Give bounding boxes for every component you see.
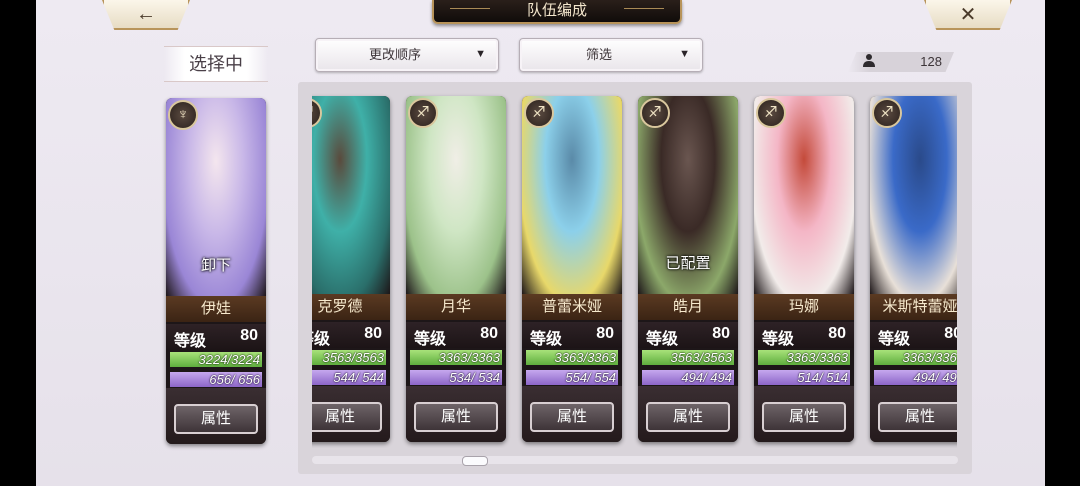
unit-name: 玛娜 [754,294,854,320]
sort-order-dropdown[interactable]: 更改顺序 ▼ [315,38,499,72]
level-value: 80 [828,325,846,342]
unit-portrait [312,96,390,294]
attributes-button[interactable]: 属性 [174,404,258,434]
attributes-button[interactable]: 属性 [530,402,614,432]
level-row: 等级 80 [522,322,622,348]
class-emblem-icon: ♐ [756,98,786,128]
hp-bar: 3563/3563 [642,350,734,365]
level-row: 等级 80 [406,322,506,348]
level-row: 等级 80 [754,322,854,348]
level-row: 等级 80 [166,324,266,350]
chevron-down-icon: ▼ [475,48,486,60]
back-arrow-icon: ← [136,2,156,25]
scrollbar-track[interactable] [312,456,958,464]
hp-bar: 3363/3363 [874,350,957,365]
level-row: 等级 80 [870,322,957,348]
level-value: 80 [364,325,382,342]
attributes-button[interactable]: 属性 [414,402,498,432]
level-label: 等级 [530,331,563,348]
selected-unit-card[interactable]: ♆ 卸下 伊娃 等级 80 3224/3224 656/ 656 属性 [166,98,266,444]
attributes-button[interactable]: 属性 [878,402,957,432]
page-title: 队伍编成 [432,0,682,24]
unit-status: 已配置 [665,255,711,272]
sort-order-label: 更改顺序 [368,47,421,62]
level-value: 80 [480,325,498,342]
class-emblem-icon: ♐ [872,98,902,128]
attributes-button[interactable]: 属性 [312,402,382,432]
unit-count-value: 128 [920,54,942,69]
level-label: 等级 [646,331,679,348]
unit-name: 月华 [406,294,506,320]
mp-bar: 554/ 554 [526,370,618,385]
level-label: 等级 [174,333,207,350]
unit-list[interactable]: ♐ 克罗德等级 80 3563/3563 544/ 544 属性 ♐ 月华等级 80 3363/3… [312,92,957,448]
level-label: 等级 [762,331,795,348]
close-button[interactable]: ✕ [924,0,1012,30]
filter-label: 筛选 [585,47,612,62]
level-value: 80 [240,327,258,344]
level-value: 80 [712,325,730,342]
class-emblem-icon: ♐ [640,98,670,128]
attributes-button[interactable]: 属性 [762,402,846,432]
level-value: 80 [596,325,614,342]
level-label: 等级 [414,331,447,348]
level-label: 等级 [878,331,911,348]
filter-dropdown[interactable]: 筛选 ▼ [519,38,703,72]
level-value: 80 [944,325,957,342]
unit-card[interactable]: ♐ 玛娜等级 80 3363/3363 514/ 514 属性 [754,96,854,442]
team-formation-screen: ← 队伍编成 ✕ 选择中 更改顺序 ▼ 筛选 ▼ 128 ♆ 卸下 伊娃 等级 … [36,0,1045,486]
unit-name: 米斯特蕾娅 [870,294,957,320]
hp-bar: 3563/3563 [312,350,386,365]
attributes-button[interactable]: 属性 [646,402,730,432]
mp-bar: 514/ 514 [758,370,850,385]
selecting-label: 选择中 [164,46,268,82]
unit-card[interactable]: ♐ 普蕾米娅等级 80 3363/3363 554/ 554 属性 [522,96,622,442]
mp-bar: 494/ 494 [874,370,957,385]
unit-name: 伊娃 [166,296,266,322]
mp-bar: 494/ 494 [642,370,734,385]
unit-name: 普蕾米娅 [522,294,622,320]
hp-bar: 3363/3363 [758,350,850,365]
hp-bar: 3363/3363 [410,350,502,365]
unit-card[interactable]: ♐ 月华等级 80 3363/3363 534/ 534 属性 [406,96,506,442]
class-emblem-icon: ♆ [168,100,198,130]
level-row: 等级 80 [638,322,738,348]
person-icon [862,53,876,70]
back-button[interactable]: ← [102,0,190,30]
chevron-down-icon: ▼ [679,48,690,60]
level-label: 等级 [312,331,331,348]
unit-name: 克罗德 [312,294,390,320]
class-emblem-icon: ♐ [524,98,554,128]
hp-bar: 3224/3224 [170,352,262,367]
mp-bar: 544/ 544 [312,370,386,385]
level-row: 等级 80 [312,322,390,348]
unit-name: 皓月 [638,294,738,320]
mp-bar: 534/ 534 [410,370,502,385]
unit-card[interactable]: ♐ 已配置皓月等级 80 3563/3563 494/ 494 属性 [638,96,738,442]
unit-card[interactable]: ♐克罗德等级803563/3563544/ 544属性 [312,96,390,442]
hp-bar: 3363/3363 [526,350,618,365]
scrollbar-thumb[interactable] [462,456,488,466]
mp-bar: 656/ 656 [170,372,262,387]
unit-status: 卸下 [200,257,231,274]
close-icon: ✕ [959,3,977,26]
unit-card[interactable]: ♐ 米斯特蕾娅等级 80 3363/3363 494/ 494 属性 [870,96,957,442]
unit-count: 128 [848,52,954,72]
class-emblem-icon: ♐ [408,98,438,128]
